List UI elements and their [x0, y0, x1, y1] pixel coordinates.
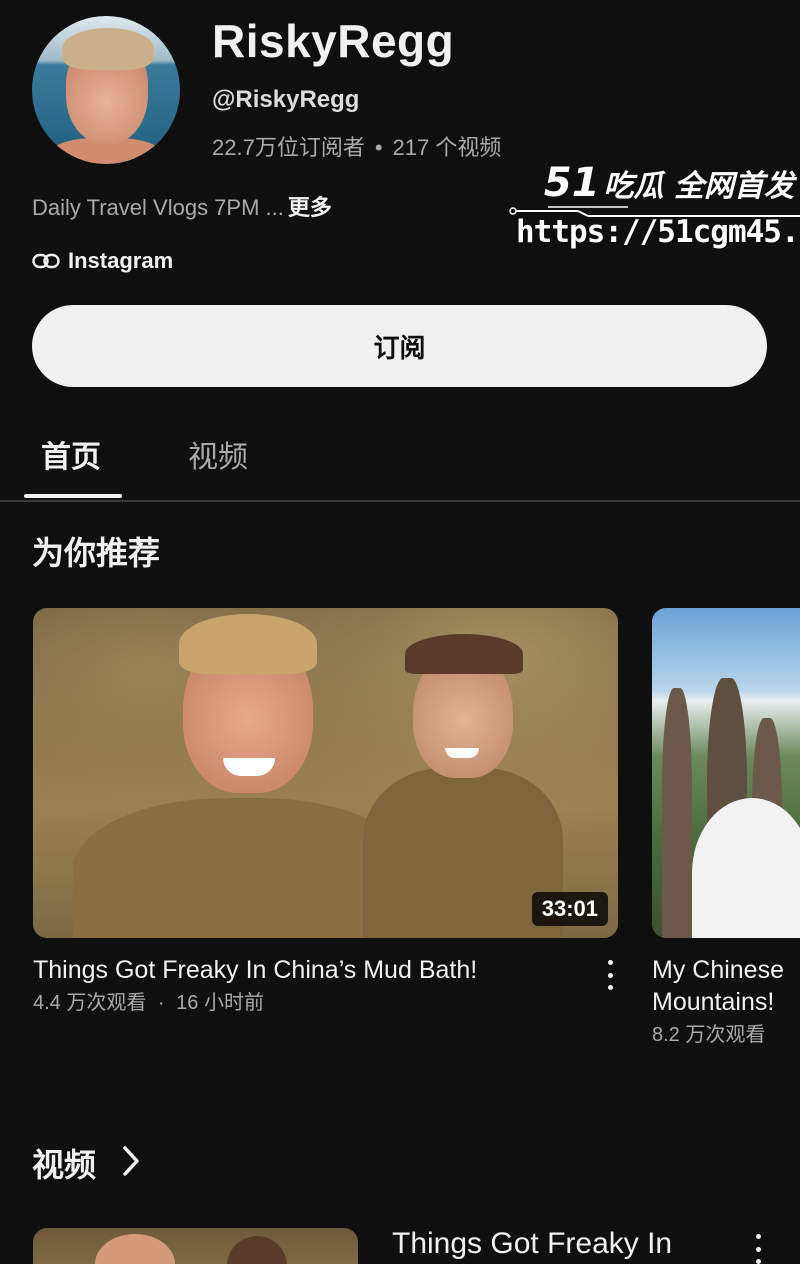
more-options-icon[interactable]: [604, 960, 616, 990]
description-text: Daily Travel Vlogs 7PM ...: [32, 195, 284, 220]
video-title-2[interactable]: My Chinese Mountains!: [652, 954, 784, 1018]
video-thumbnail-2[interactable]: [652, 608, 800, 938]
channel-avatar[interactable]: [32, 16, 180, 164]
channel-page: RiskyRegg @RiskyRegg 22.7万位订阅者 • 217 个视频 D…: [0, 0, 800, 1264]
chevron-right-icon[interactable]: [120, 1144, 142, 1178]
watermark-url: https://51cgm45.com: [516, 214, 800, 250]
videos-section-title[interactable]: 视频: [32, 1140, 96, 1186]
watermark-text: 吃瓜 全网首发: [603, 169, 794, 204]
link-label: Instagram: [68, 248, 174, 273]
video-thumbnail[interactable]: 33:01: [33, 608, 618, 938]
channel-name: RiskyRegg: [212, 15, 455, 67]
watermark: 51 吃瓜 全网首发 https://51cgm45.com: [508, 156, 800, 260]
channel-tabs: 首页 视频: [0, 420, 800, 502]
video-title[interactable]: Things Got Freaky In China’s Mud Bath!: [33, 954, 477, 986]
subscribe-button[interactable]: 订阅: [32, 305, 767, 387]
watermark-number: 51: [543, 160, 600, 206]
subscriber-count: 22.7万位订阅者: [212, 135, 365, 160]
recommended-title: 为你推荐: [32, 535, 161, 571]
video-thumbnail-3[interactable]: [33, 1228, 358, 1264]
stats-separator: •: [374, 135, 383, 160]
tab-home[interactable]: 首页: [41, 432, 101, 476]
view-count: 4.4 万次观看: [33, 992, 147, 1014]
active-tab-indicator: [24, 494, 122, 498]
watermark-brand: 51 吃瓜 全网首发: [544, 160, 794, 206]
channel-handle: @RiskyRegg: [212, 86, 360, 113]
tab-videos[interactable]: 视频: [188, 432, 248, 476]
instagram-link[interactable]: Instagram: [32, 248, 173, 274]
channel-description[interactable]: Daily Travel Vlogs 7PM ... 更多: [32, 190, 332, 222]
video-meta-2: 8.2 万次观看: [652, 1024, 766, 1046]
video-title-3[interactable]: Things Got Freaky In: [392, 1228, 672, 1260]
video-meta: 4.4 万次观看 · 16 小时前: [33, 986, 264, 1015]
meta-separator: ·: [157, 992, 165, 1014]
video-count: 217 个视频: [392, 135, 502, 160]
upload-age: 16 小时前: [176, 992, 264, 1014]
more-link[interactable]: 更多: [288, 195, 332, 220]
video-duration: 33:01: [531, 892, 608, 926]
channel-stats: 22.7万位订阅者 • 217 个视频: [212, 130, 501, 162]
link-icon: [32, 253, 60, 269]
more-options-icon-3[interactable]: [752, 1234, 764, 1264]
